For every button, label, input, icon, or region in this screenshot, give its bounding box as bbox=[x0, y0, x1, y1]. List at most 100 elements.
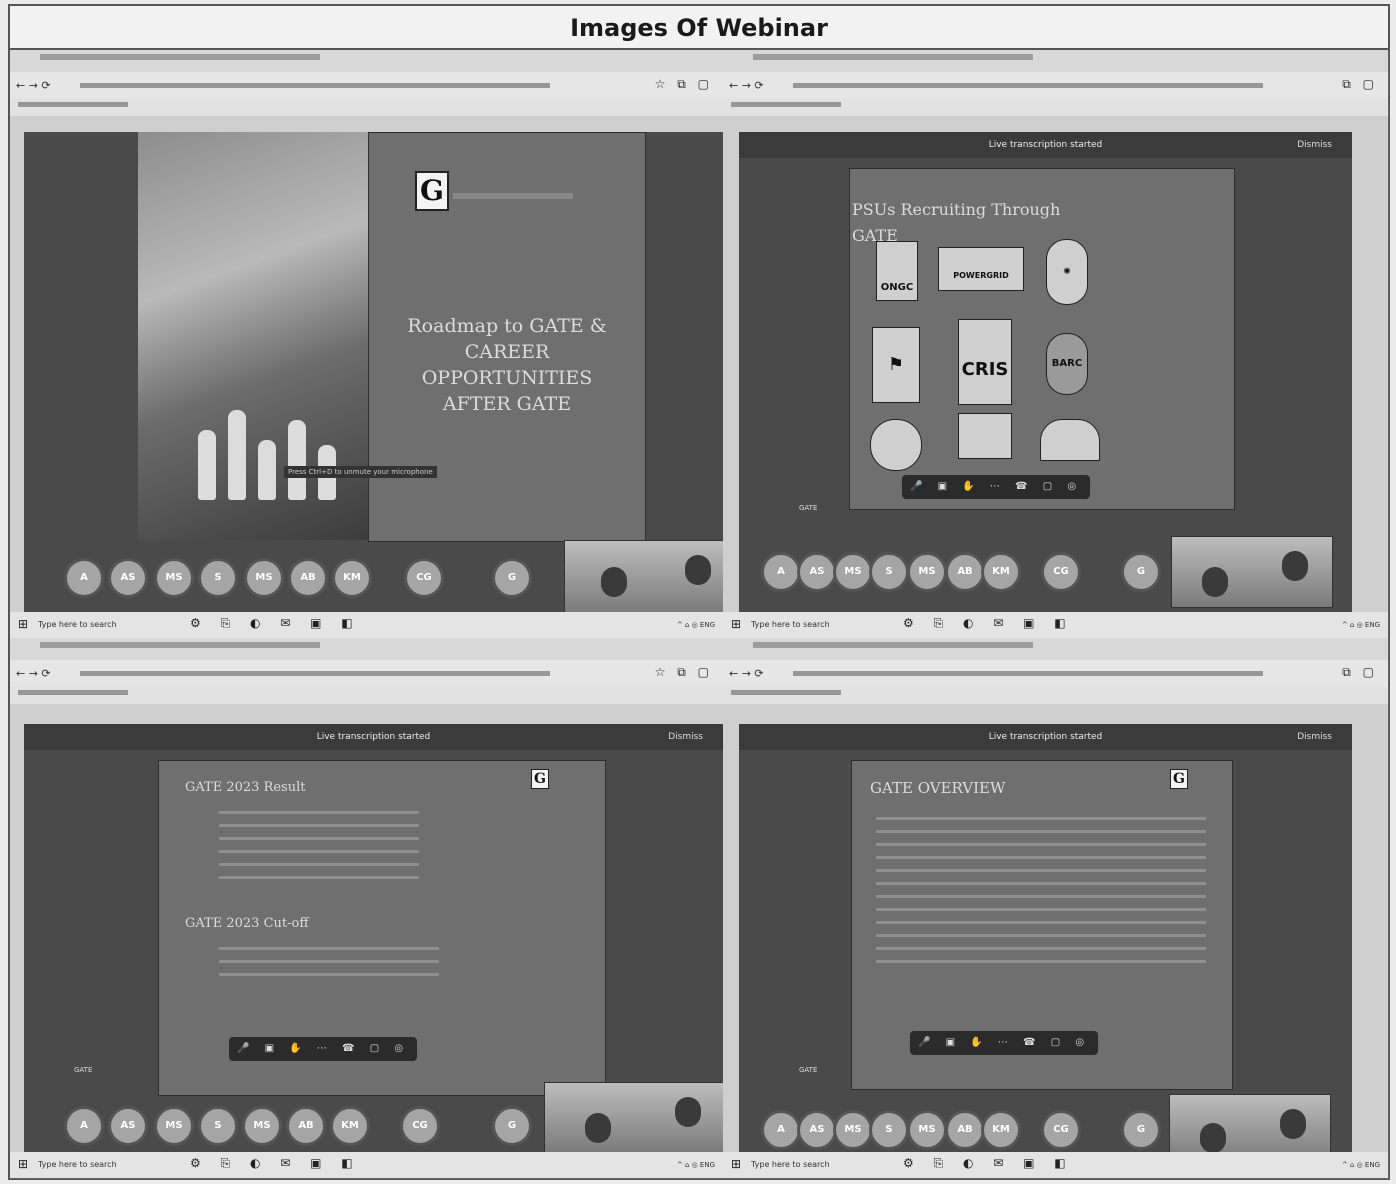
extension-icons: ⧉ ▢ bbox=[1342, 665, 1378, 679]
page-title: Images Of Webinar bbox=[10, 6, 1388, 50]
windows-icon[interactable]: ⊞ bbox=[18, 1157, 28, 1171]
participant-avatar[interactable]: MS bbox=[833, 552, 873, 592]
participant-avatar[interactable]: KM bbox=[332, 558, 372, 598]
windows-icon[interactable]: ⊞ bbox=[731, 1157, 741, 1171]
slide-heading-result: GATE 2023 Result bbox=[185, 780, 306, 795]
system-tray: ^ ⌂ ◎ ENG bbox=[1341, 621, 1380, 629]
participant-row: A AS MS S MS AB KM CG G bbox=[761, 552, 1161, 596]
meeting-stage: Live transcription started Dismiss G GAT… bbox=[739, 724, 1352, 1162]
meeting-controls[interactable]: 🎤 ▣ ✋ ⋯ ☎ ▢ ◎ bbox=[902, 475, 1091, 499]
participant-avatar[interactable]: A bbox=[761, 552, 801, 592]
participant-avatar[interactable]: AB bbox=[288, 558, 328, 598]
participant-avatar[interactable]: AB bbox=[945, 552, 985, 592]
bookmarks-bar bbox=[723, 686, 1388, 704]
participant-avatar[interactable]: MS bbox=[907, 552, 947, 592]
taskbar-search[interactable]: Type here to search bbox=[38, 1160, 117, 1169]
slide-heading: GATE OVERVIEW bbox=[870, 779, 1006, 797]
participant-label: GATE bbox=[74, 1066, 93, 1074]
taskbar: ⊞ Type here to search ⚙ ⎘ ◐ ✉ ▣ ◧ ^ ⌂ ◎ … bbox=[723, 1152, 1388, 1178]
participant-avatar[interactable]: G bbox=[1121, 552, 1161, 592]
taskbar-search[interactable]: Type here to search bbox=[751, 620, 830, 629]
participant-avatar[interactable]: CG bbox=[404, 558, 444, 598]
address-bar: ← → ⟳ ⧉ ▢ bbox=[723, 660, 1388, 686]
taskbar: ⊞ Type here to search ⚙ ⎘ ◐ ✉ ▣ ◧ ^ ⌂ ◎ … bbox=[10, 612, 723, 638]
taskbar-app-icons[interactable]: ⚙ ⎘ ◐ ✉ ▣ ◧ bbox=[190, 616, 361, 631]
participant-avatar[interactable]: MS bbox=[244, 558, 284, 598]
logo-5 bbox=[1040, 419, 1100, 461]
participant-avatar[interactable]: MS bbox=[154, 558, 194, 598]
participant-avatar[interactable]: AS bbox=[108, 558, 148, 598]
dismiss-button[interactable]: Dismiss bbox=[1297, 132, 1332, 158]
meeting-stage: G Roadmap to GATE & CAREER OPPORTUNITIES… bbox=[24, 132, 723, 614]
camera-tile bbox=[1171, 536, 1333, 608]
slide-heading-cutoff: GATE 2023 Cut-off bbox=[185, 916, 309, 931]
participant-avatar[interactable]: S bbox=[869, 552, 909, 592]
ongc-logo: ONGC bbox=[876, 241, 918, 301]
taskbar-app-icons[interactable]: ⚙ ⎘ ◐ ✉ ▣ ◧ bbox=[190, 1156, 361, 1171]
participant-avatar[interactable]: MS bbox=[242, 1106, 282, 1146]
extension-icons: ☆ ⧉ ▢ bbox=[654, 77, 713, 91]
extension-icons: ⧉ ▢ bbox=[1342, 77, 1378, 91]
participant-avatar[interactable]: A bbox=[761, 1110, 801, 1150]
meeting-stage: Live transcription started Dismiss PSUs … bbox=[739, 132, 1352, 612]
system-tray: ^ ⌂ ◎ ENG bbox=[676, 621, 715, 629]
overview-text bbox=[876, 817, 1206, 973]
webinar-screenshot-1: ← → ⟳ ☆ ⧉ ▢ G Roadmap to GATE & CAREER O… bbox=[10, 50, 724, 639]
participant-avatar[interactable]: CG bbox=[1041, 552, 1081, 592]
address-bar: ← → ⟳ ⧉ ▢ bbox=[723, 72, 1388, 98]
camera-tile bbox=[564, 540, 723, 614]
chess-image bbox=[138, 132, 368, 540]
taskbar-app-icons[interactable]: ⚙ ⎘ ◐ ✉ ▣ ◧ bbox=[903, 1156, 1074, 1171]
navigation-icons: ← → ⟳ bbox=[16, 667, 51, 680]
taskbar-search[interactable]: Type here to search bbox=[751, 1160, 830, 1169]
participant-label: GATE bbox=[799, 1066, 818, 1074]
participant-avatar[interactable]: AB bbox=[945, 1110, 985, 1150]
participant-avatar[interactable]: KM bbox=[981, 1110, 1021, 1150]
participant-avatar[interactable]: MS bbox=[833, 1110, 873, 1150]
taskbar-search[interactable]: Type here to search bbox=[38, 620, 117, 629]
browser-tab-bar bbox=[10, 50, 723, 72]
windows-icon[interactable]: ⊞ bbox=[18, 617, 28, 631]
participant-avatar[interactable]: KM bbox=[330, 1106, 370, 1146]
gate-logo-icon: G bbox=[415, 171, 449, 211]
bookmarks-bar bbox=[10, 98, 723, 116]
participant-avatar[interactable]: A bbox=[64, 1106, 104, 1146]
bookmarks-bar bbox=[10, 686, 723, 704]
powergrid-logo: POWERGRID bbox=[938, 247, 1024, 291]
participant-avatar[interactable]: S bbox=[198, 1106, 238, 1146]
participant-avatar[interactable]: CG bbox=[1041, 1110, 1081, 1150]
meeting-stage: Live transcription started Dismiss G GAT… bbox=[24, 724, 723, 1154]
dismiss-button[interactable]: Dismiss bbox=[668, 724, 703, 750]
psu-slide: PSUs Recruiting Through GATE ONGC POWERG… bbox=[849, 168, 1235, 510]
participant-avatar[interactable]: AS bbox=[108, 1106, 148, 1146]
participant-avatar[interactable]: MS bbox=[154, 1106, 194, 1146]
browser-tab-bar bbox=[10, 638, 723, 660]
taskbar-app-icons[interactable]: ⚙ ⎘ ◐ ✉ ▣ ◧ bbox=[903, 616, 1074, 631]
meeting-controls[interactable]: 🎤 ▣ ✋ ⋯ ☎ ▢ ◎ bbox=[910, 1031, 1099, 1055]
navigation-icons: ← → ⟳ bbox=[729, 79, 764, 92]
participant-avatar[interactable]: AB bbox=[286, 1106, 326, 1146]
dismiss-button[interactable]: Dismiss bbox=[1297, 724, 1332, 750]
participant-avatar[interactable]: G bbox=[492, 1106, 532, 1146]
participant-avatar[interactable]: G bbox=[492, 558, 532, 598]
participant-avatar[interactable]: A bbox=[64, 558, 104, 598]
extension-icons: ☆ ⧉ ▢ bbox=[654, 665, 713, 679]
windows-icon[interactable]: ⊞ bbox=[731, 617, 741, 631]
participant-row: A AS MS S MS AB KM CG G bbox=[64, 558, 564, 602]
participant-avatar[interactable]: KM bbox=[981, 552, 1021, 592]
participant-row: A AS MS S MS AB KM CG G bbox=[761, 1110, 1161, 1154]
gate-logo-icon: G bbox=[1170, 769, 1188, 789]
participant-avatar[interactable]: G bbox=[1121, 1110, 1161, 1150]
participant-avatar[interactable]: S bbox=[869, 1110, 909, 1150]
participant-avatar[interactable]: AS bbox=[797, 552, 837, 592]
meeting-controls[interactable]: 🎤 ▣ ✋ ⋯ ☎ ▢ ◎ bbox=[229, 1037, 418, 1061]
participant-avatar[interactable]: CG bbox=[400, 1106, 440, 1146]
participant-avatar[interactable]: MS bbox=[907, 1110, 947, 1150]
camera-tile bbox=[544, 1082, 723, 1154]
browser-tab-bar bbox=[723, 50, 1388, 72]
notification-banner: Live transcription started Dismiss bbox=[739, 132, 1352, 158]
participant-avatar[interactable]: AS bbox=[797, 1110, 837, 1150]
participant-avatar[interactable]: S bbox=[198, 558, 238, 598]
navigation-icons: ← → ⟳ bbox=[16, 79, 51, 92]
title-slide: G Roadmap to GATE & CAREER OPPORTUNITIES… bbox=[368, 132, 646, 542]
